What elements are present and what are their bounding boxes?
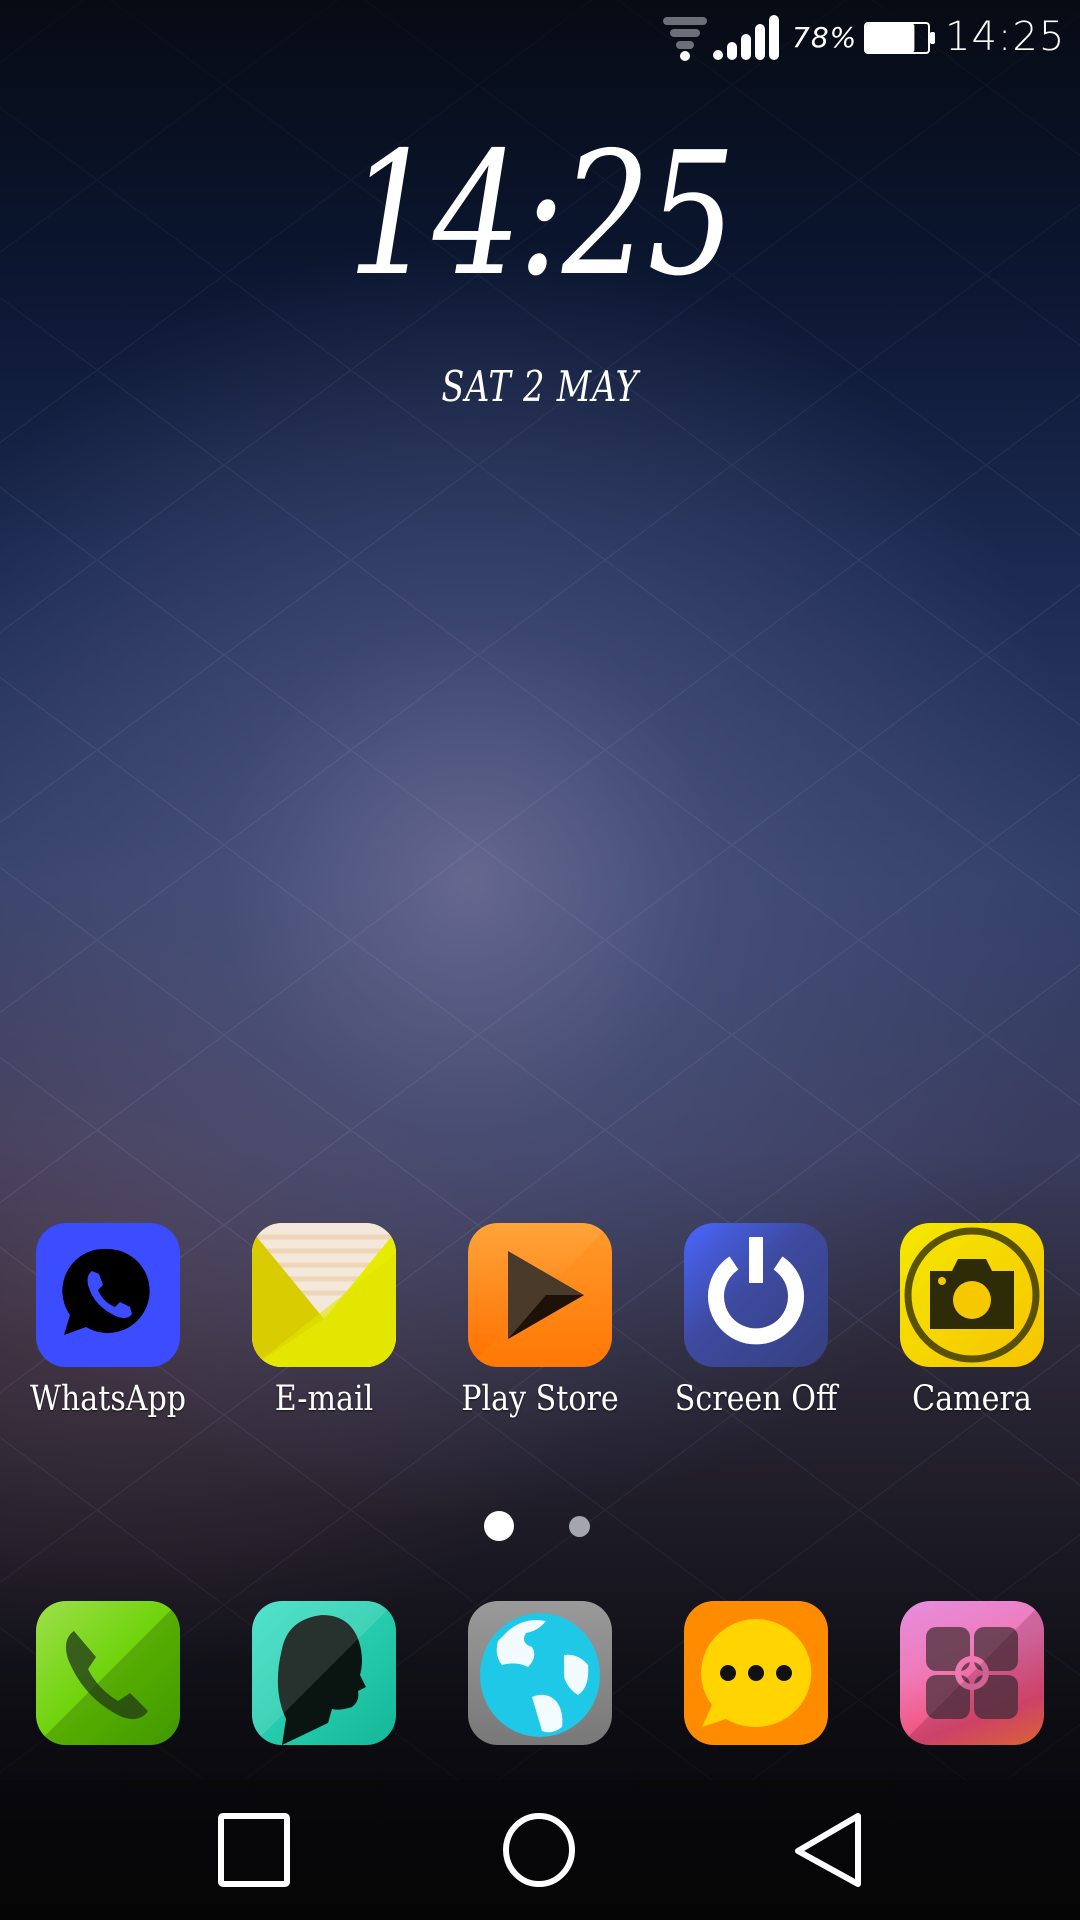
app-label: Play Store bbox=[461, 1379, 619, 1419]
contacts-icon bbox=[252, 1601, 396, 1745]
signal-icon bbox=[713, 15, 779, 60]
app-email[interactable]: E-mail bbox=[224, 1223, 424, 1419]
globe-icon bbox=[468, 1601, 612, 1745]
clock-widget-date[interactable]: SAT 2 MAY bbox=[108, 362, 972, 411]
power-icon bbox=[684, 1223, 828, 1367]
play-store-icon bbox=[468, 1223, 612, 1367]
app-label: Camera bbox=[912, 1379, 1032, 1419]
back-icon bbox=[795, 1813, 861, 1887]
battery-icon bbox=[864, 22, 935, 54]
wifi-icon bbox=[663, 17, 707, 61]
app-label: E-mail bbox=[274, 1379, 374, 1419]
camera-icon bbox=[900, 1223, 1044, 1367]
app-screen-off[interactable]: Screen Off bbox=[656, 1223, 856, 1419]
dock-browser[interactable] bbox=[440, 1601, 640, 1745]
back-button[interactable] bbox=[778, 1800, 878, 1900]
recents-icon bbox=[218, 1813, 290, 1887]
status-bar: 78% 14:25 bbox=[0, 0, 1080, 80]
whatsapp-icon bbox=[36, 1223, 180, 1367]
app-camera[interactable]: Camera bbox=[872, 1223, 1072, 1419]
page-indicator-dot[interactable] bbox=[569, 1516, 590, 1537]
page-indicator-dot-active[interactable] bbox=[484, 1511, 514, 1541]
app-label: Screen Off bbox=[674, 1379, 838, 1419]
dock-contacts[interactable] bbox=[224, 1601, 424, 1745]
messaging-icon bbox=[684, 1601, 828, 1745]
dock-messaging[interactable] bbox=[656, 1601, 856, 1745]
themes-icon bbox=[900, 1601, 1044, 1745]
email-icon bbox=[252, 1223, 396, 1367]
app-label: WhatsApp bbox=[29, 1379, 187, 1419]
app-play-store[interactable]: Play Store bbox=[440, 1223, 640, 1419]
recents-button[interactable] bbox=[204, 1800, 304, 1900]
clock-widget-time[interactable]: 14:25 bbox=[97, 125, 983, 305]
dock-phone[interactable] bbox=[8, 1601, 208, 1745]
home-icon bbox=[503, 1813, 575, 1887]
phone-icon bbox=[36, 1601, 180, 1745]
home-button[interactable] bbox=[489, 1800, 589, 1900]
app-whatsapp[interactable]: WhatsApp bbox=[8, 1223, 208, 1419]
dock-themes[interactable] bbox=[872, 1601, 1072, 1745]
status-time: 14:25 bbox=[945, 14, 1066, 60]
battery-percentage: 78% bbox=[792, 21, 858, 54]
